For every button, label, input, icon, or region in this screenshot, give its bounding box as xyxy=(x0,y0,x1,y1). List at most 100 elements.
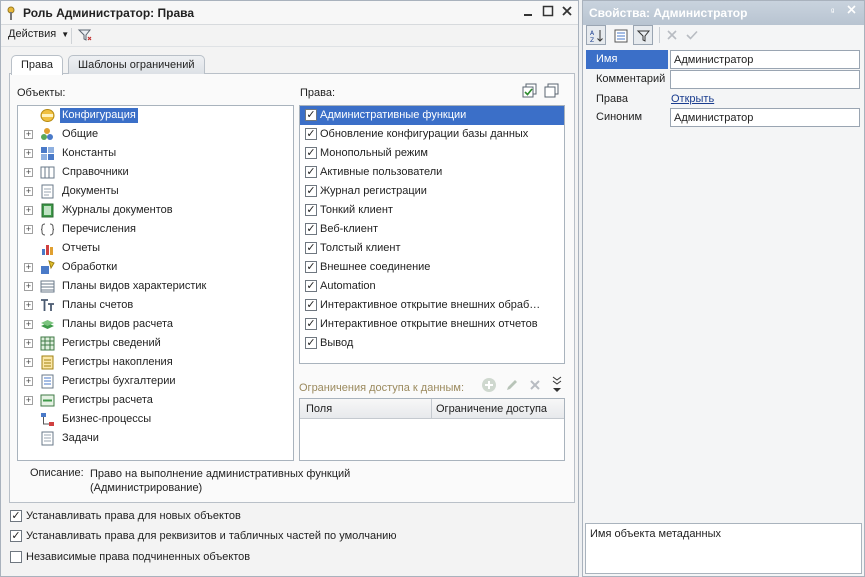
expand-icon[interactable]: + xyxy=(24,149,33,158)
right-checkbox[interactable]: ✓ xyxy=(305,147,317,159)
right-item[interactable]: ✓ Обновление конфигурации базы данных xyxy=(300,125,564,144)
expand-icon[interactable]: + xyxy=(24,320,33,329)
right-checkbox[interactable]: ✓ xyxy=(305,109,317,121)
expand-icon[interactable]: + xyxy=(24,130,33,139)
tree-item-acc-registers[interactable]: + Регистры бухгалтерии xyxy=(18,372,293,391)
tab-restriction-templates[interactable]: Шаблоны ограничений xyxy=(68,55,205,74)
tree-item-journals[interactable]: + Журналы документов xyxy=(18,201,293,220)
right-checkbox[interactable]: ✓ xyxy=(305,280,317,292)
checkbox[interactable] xyxy=(10,551,22,563)
tree-item-constants[interactable]: + Константы xyxy=(18,144,293,163)
tree-item-dataprocessors[interactable]: + Обработки xyxy=(18,258,293,277)
tab-rights[interactable]: Права xyxy=(11,55,63,75)
svg-text:A: A xyxy=(590,30,595,37)
right-checkbox[interactable]: ✓ xyxy=(305,223,317,235)
filter-properties-button[interactable] xyxy=(633,25,653,45)
edit-restriction-button[interactable] xyxy=(504,377,520,393)
property-synonym[interactable]: Синоним Администратор xyxy=(586,108,862,127)
tree-item-tasks[interactable]: Задачи xyxy=(18,429,293,448)
expand-icon[interactable]: + xyxy=(24,263,33,272)
tree-item-reports[interactable]: Отчеты xyxy=(18,239,293,258)
tree-item-chart-char-types[interactable]: + Планы видов характеристик xyxy=(18,277,293,296)
minimize-button[interactable] xyxy=(520,5,536,21)
name-field[interactable]: Администратор xyxy=(670,50,860,69)
right-item[interactable]: ✓ Толстый клиент xyxy=(300,239,564,258)
right-item[interactable]: ✓ Монопольный режим xyxy=(300,144,564,163)
property-rights[interactable]: Права Открыть xyxy=(586,90,862,109)
info-registers-icon xyxy=(40,336,55,351)
checkbox[interactable]: ✓ xyxy=(10,510,22,522)
right-checkbox[interactable]: ✓ xyxy=(305,299,317,311)
right-item[interactable]: ✓ Внешнее соединение xyxy=(300,258,564,277)
expand-icon[interactable]: + xyxy=(24,396,33,405)
add-restriction-button[interactable] xyxy=(481,377,497,393)
column-header-fields[interactable]: Поля xyxy=(306,403,332,415)
expand-icon[interactable]: + xyxy=(24,225,33,234)
right-checkbox[interactable]: ✓ xyxy=(305,204,317,216)
close-properties-button[interactable] xyxy=(847,5,856,17)
tree-item-chart-calc-types[interactable]: + Планы видов расчета xyxy=(18,315,293,334)
sort-alpha-button[interactable]: AZ xyxy=(586,25,606,45)
tree-item-info-registers[interactable]: + Регистры сведений xyxy=(18,334,293,353)
categorized-button[interactable] xyxy=(610,25,630,45)
filter-button[interactable] xyxy=(77,27,95,45)
right-item[interactable]: ✓ Журнал регистрации xyxy=(300,182,564,201)
maximize-button[interactable] xyxy=(540,5,556,21)
right-checkbox[interactable]: ✓ xyxy=(305,128,317,140)
synonym-field[interactable]: Администратор xyxy=(670,108,860,127)
more-actions-button[interactable] xyxy=(551,375,563,395)
expand-icon[interactable]: + xyxy=(24,377,33,386)
check-all-button[interactable] xyxy=(522,83,538,99)
rights-list[interactable]: ✓ Административные функции ✓ Обновление … xyxy=(299,105,565,364)
objects-tree[interactable]: Конфигурация + Общие + Константы + Справ… xyxy=(17,105,294,461)
tree-item-configuration[interactable]: Конфигурация xyxy=(18,106,293,125)
expand-icon[interactable]: + xyxy=(24,168,33,177)
right-item[interactable]: ✓ Automation xyxy=(300,277,564,296)
window-title: Роль Администратор: Права xyxy=(23,6,195,20)
restrictions-table-header: Поля Ограничение доступа xyxy=(300,399,564,419)
tree-item-catalogs[interactable]: + Справочники xyxy=(18,163,293,182)
window-title-bar[interactable]: Роль Администратор: Права xyxy=(1,1,578,25)
right-checkbox[interactable]: ✓ xyxy=(305,166,317,178)
right-item[interactable]: ✓ Вывод xyxy=(300,334,564,353)
pin-icon[interactable]: ᵍ xyxy=(831,6,834,16)
tree-item-enums[interactable]: + Перечисления xyxy=(18,220,293,239)
right-item[interactable]: ✓ Административные функции xyxy=(300,106,564,125)
cancel-edit-button[interactable] xyxy=(664,27,680,43)
expand-icon[interactable]: + xyxy=(24,301,33,310)
right-checkbox[interactable]: ✓ xyxy=(305,318,317,330)
right-checkbox[interactable]: ✓ xyxy=(305,337,317,349)
restrictions-table[interactable]: Поля Ограничение доступа xyxy=(299,398,565,461)
tree-item-accum-registers[interactable]: + Регистры накопления xyxy=(18,353,293,372)
property-name[interactable]: Имя Администратор xyxy=(586,50,862,69)
column-header-restriction[interactable]: Ограничение доступа xyxy=(436,403,547,415)
open-rights-link[interactable]: Открыть xyxy=(671,93,714,105)
tree-item-documents[interactable]: + Документы xyxy=(18,182,293,201)
right-checkbox[interactable]: ✓ xyxy=(305,242,317,254)
right-item[interactable]: ✓ Интерактивное открытие внешних обраб… xyxy=(300,296,564,315)
expand-icon[interactable]: + xyxy=(24,282,33,291)
tree-item-chart-accounts[interactable]: + Планы счетов xyxy=(18,296,293,315)
expand-icon[interactable]: + xyxy=(24,339,33,348)
delete-restriction-button[interactable] xyxy=(527,377,543,393)
right-checkbox[interactable]: ✓ xyxy=(305,261,317,273)
tree-item-common[interactable]: + Общие xyxy=(18,125,293,144)
right-item[interactable]: ✓ Интерактивное открытие внешних отчетов xyxy=(300,315,564,334)
expand-icon[interactable]: + xyxy=(24,206,33,215)
tree-item-calc-registers[interactable]: + Регистры расчета xyxy=(18,391,293,410)
right-item[interactable]: ✓ Тонкий клиент xyxy=(300,201,564,220)
apply-edit-button[interactable] xyxy=(684,27,700,43)
right-item[interactable]: ✓ Веб-клиент xyxy=(300,220,564,239)
checkbox[interactable]: ✓ xyxy=(10,530,22,542)
property-comment[interactable]: Комментарий xyxy=(586,70,862,89)
right-checkbox[interactable]: ✓ xyxy=(305,185,317,197)
expand-icon[interactable]: + xyxy=(24,187,33,196)
comment-field[interactable] xyxy=(670,70,860,89)
uncheck-all-button[interactable] xyxy=(544,83,560,99)
properties-title-bar[interactable]: Свойства: Администратор ᵍ xyxy=(583,1,864,25)
tree-item-business-processes[interactable]: Бизнес-процессы xyxy=(18,410,293,429)
close-button[interactable] xyxy=(559,5,575,21)
right-item[interactable]: ✓ Активные пользователи xyxy=(300,163,564,182)
actions-menu-button[interactable]: Действия ▼ xyxy=(5,28,72,44)
expand-icon[interactable]: + xyxy=(24,358,33,367)
